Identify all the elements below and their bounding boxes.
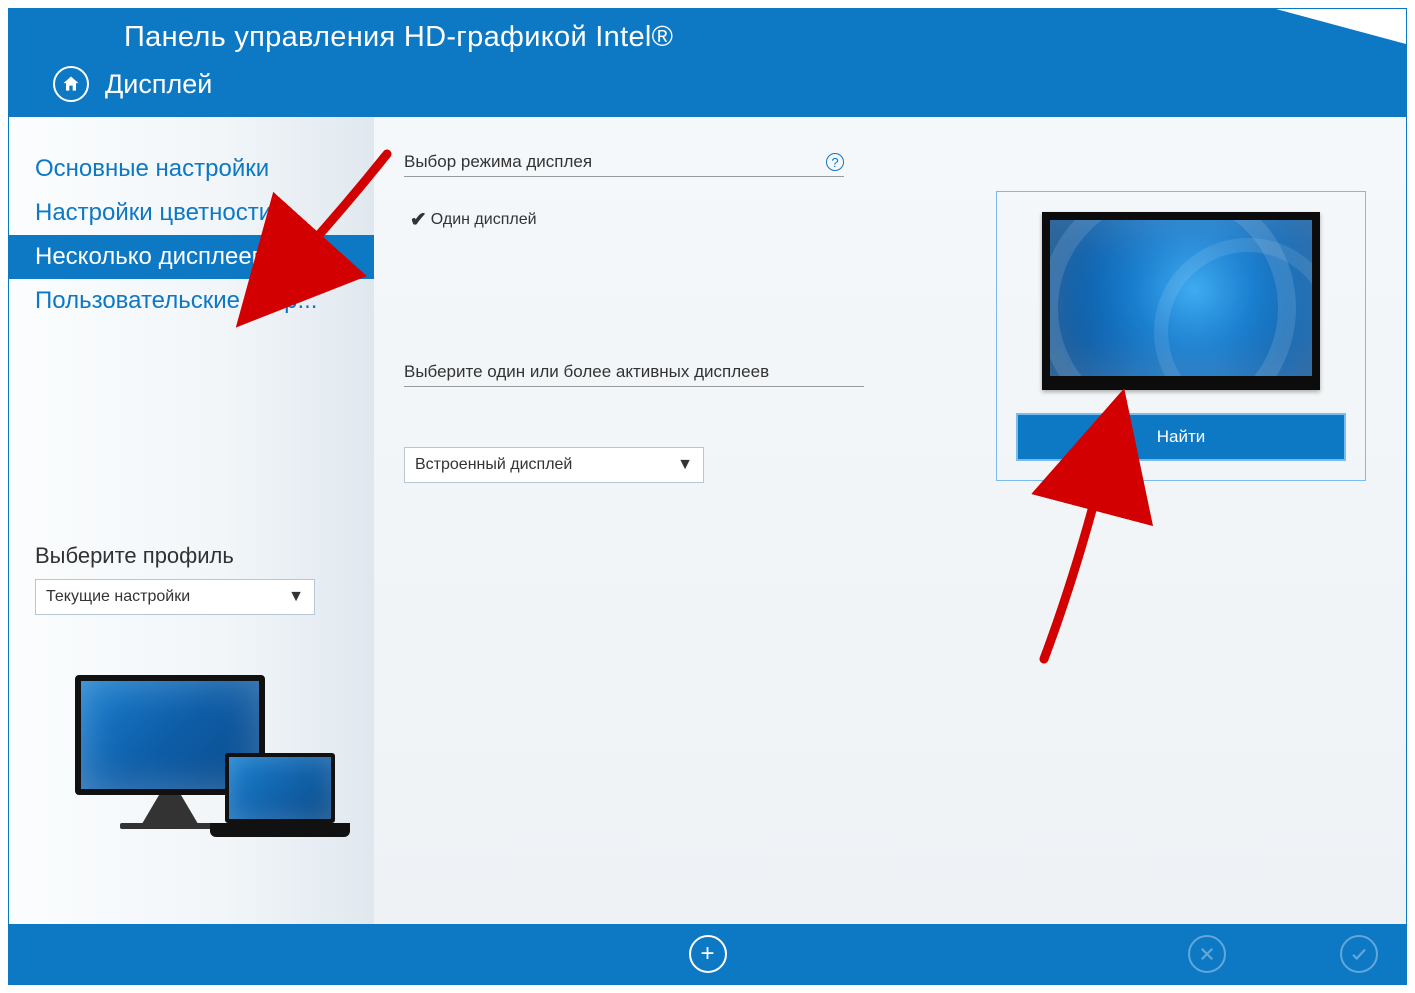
check-icon	[1350, 945, 1368, 963]
nav-item-custom-resolutions[interactable]: Пользовательские разр...	[9, 279, 374, 323]
active-display-dropdown[interactable]: Встроенный дисплей ▼	[404, 447, 704, 483]
plus-icon: +	[700, 940, 714, 968]
active-displays-label: Выберите один или более активных дисплее…	[404, 362, 864, 387]
section-title: Дисплей	[105, 69, 212, 100]
app-title: Панель управления HD-графикой Intel®	[9, 9, 1406, 54]
close-icon	[1198, 945, 1216, 963]
header: Панель управления HD-графикой Intel® Дис…	[9, 9, 1406, 117]
display-preview-icon	[1042, 212, 1320, 390]
home-icon	[61, 74, 81, 94]
profile-label: Выберите профиль	[35, 543, 348, 569]
profile-dropdown[interactable]: Текущие настройки ▼	[35, 579, 315, 615]
main-panel: Выбор режима дисплея ? ✔ Один дисплей Вы…	[374, 117, 1406, 924]
sidebar: Основные настройки Настройки цветности Н…	[9, 117, 374, 924]
find-button[interactable]: Найти	[1017, 414, 1345, 460]
chevron-down-icon: ▼	[677, 456, 693, 474]
devices-illustration	[75, 675, 335, 845]
checkmark-icon: ✔	[410, 207, 427, 232]
add-button[interactable]: +	[689, 935, 727, 973]
app-window: Панель управления HD-графикой Intel® Дис…	[8, 8, 1407, 985]
chevron-down-icon: ▼	[288, 588, 304, 606]
nav-item-multiple-displays[interactable]: Несколько дисплеев	[9, 235, 374, 279]
profile-value: Текущие настройки	[46, 588, 190, 606]
corner-decoration	[1276, 9, 1406, 44]
home-button[interactable]	[53, 66, 89, 102]
nav-item-general[interactable]: Основные настройки	[9, 147, 374, 191]
display-mode-label: Выбор режима дисплея ?	[404, 152, 844, 177]
nav-item-color[interactable]: Настройки цветности	[9, 191, 374, 235]
cancel-button[interactable]	[1188, 935, 1226, 973]
help-icon[interactable]: ?	[826, 153, 844, 171]
display-preview-box: Найти	[996, 191, 1366, 481]
nav-list: Основные настройки Настройки цветности Н…	[9, 147, 374, 323]
footer: +	[9, 924, 1406, 984]
apply-button[interactable]	[1340, 935, 1378, 973]
active-display-value: Встроенный дисплей	[415, 456, 572, 474]
